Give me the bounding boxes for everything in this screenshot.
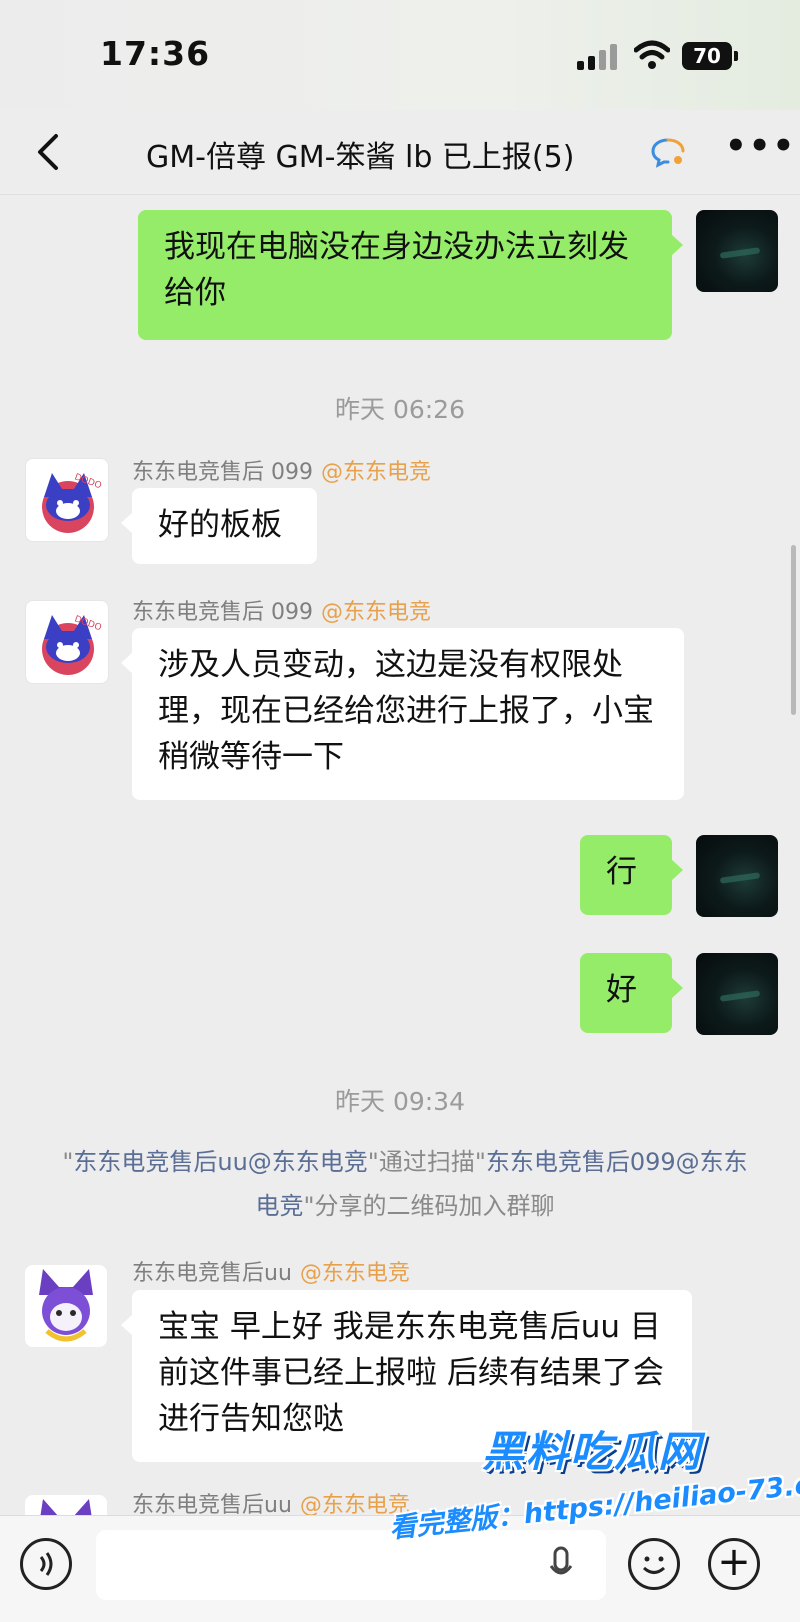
system-notice: "东东电竞售后uu@东东电竞"通过扫描"东东电竞售后099@东东电竞"分享的二维… xyxy=(60,1140,750,1228)
message-input[interactable] xyxy=(96,1530,606,1600)
incoming-message[interactable]: 好的板板 xyxy=(121,488,317,564)
sender-name-text: 东东电竞售后 099 xyxy=(132,460,313,485)
wifi-icon xyxy=(634,40,670,69)
sender-name-text: 东东电竞售后 099 xyxy=(132,600,313,625)
cat-mascot-icon: DODO xyxy=(42,614,103,675)
system-notice-link[interactable]: 东东电竞售后uu@东东电竞 xyxy=(73,1148,367,1176)
message-list[interactable]: 我现在电脑没在身边没办法立刻发给你 昨天 06:26 DODO 东东电竞售后 0… xyxy=(0,195,800,1585)
system-notice-text: "分享的二维码加入群聊 xyxy=(303,1192,555,1220)
sender-name: 东东电竞售后 099 @东东电竞 xyxy=(132,594,431,626)
voice-input-button[interactable] xyxy=(20,1538,72,1590)
scrollbar[interactable] xyxy=(791,545,796,715)
sender-avatar[interactable]: DODO xyxy=(25,458,109,542)
cat-mascot-icon: DODO xyxy=(42,472,103,533)
chat-header: GM-倍尊 GM-笨酱 lb 已上报(5) ••• xyxy=(0,110,800,195)
chat-title: GM-倍尊 GM-笨酱 lb 已上报(5) xyxy=(146,140,575,175)
more-options-icon[interactable]: ••• xyxy=(725,129,794,166)
sender-group-tag: @东东电竞 xyxy=(299,1261,410,1286)
plus-icon: + xyxy=(717,1539,751,1585)
outgoing-message[interactable]: 好 xyxy=(580,953,683,1033)
voice-wave-icon xyxy=(39,1552,53,1576)
sender-avatar[interactable] xyxy=(25,1265,107,1347)
my-avatar[interactable] xyxy=(696,835,778,917)
timestamp: 昨天 06:26 xyxy=(335,395,465,424)
outgoing-message[interactable]: 我现在电脑没在身边没办法立刻发给你 xyxy=(138,210,683,340)
microphone-icon[interactable] xyxy=(548,1546,574,1586)
incoming-message[interactable]: 涉及人员变动，这边是没有权限处理，现在已经给您进行上报了，小宝稍微等待一下 xyxy=(121,628,684,800)
fox-mascot-icon xyxy=(39,1269,93,1342)
system-notice-text: " xyxy=(62,1148,74,1176)
watermark-logo: 黑料吃瓜网 xyxy=(482,1427,703,1476)
timestamp: 昨天 09:34 xyxy=(335,1087,465,1116)
chat-bubble-icon xyxy=(651,138,685,168)
smiley-icon xyxy=(642,1556,666,1574)
sender-group-tag: @东东电竞 xyxy=(321,600,432,625)
more-actions-button[interactable]: + xyxy=(708,1538,760,1590)
emoji-button[interactable] xyxy=(628,1538,680,1590)
back-arrow-icon[interactable] xyxy=(30,130,70,174)
outgoing-message[interactable]: 行 xyxy=(580,835,683,915)
sender-avatar[interactable]: DODO xyxy=(25,600,109,684)
system-notice-text: "通过扫描" xyxy=(367,1148,486,1176)
sender-name-text: 东东电竞售后uu xyxy=(132,1261,292,1286)
sender-group-tag: @东东电竞 xyxy=(321,460,432,485)
my-avatar[interactable] xyxy=(696,210,778,292)
clock: 17:36 xyxy=(100,34,211,73)
status-bar: 17:36 70 xyxy=(0,0,800,110)
battery-icon: 70 xyxy=(682,42,738,70)
my-avatar[interactable] xyxy=(696,953,778,1035)
sender-name: 东东电竞售后 099 @东东电竞 xyxy=(132,454,431,486)
sender-name: 东东电竞售后uu @东东电竞 xyxy=(132,1255,410,1287)
cellular-signal-icon xyxy=(577,44,621,70)
